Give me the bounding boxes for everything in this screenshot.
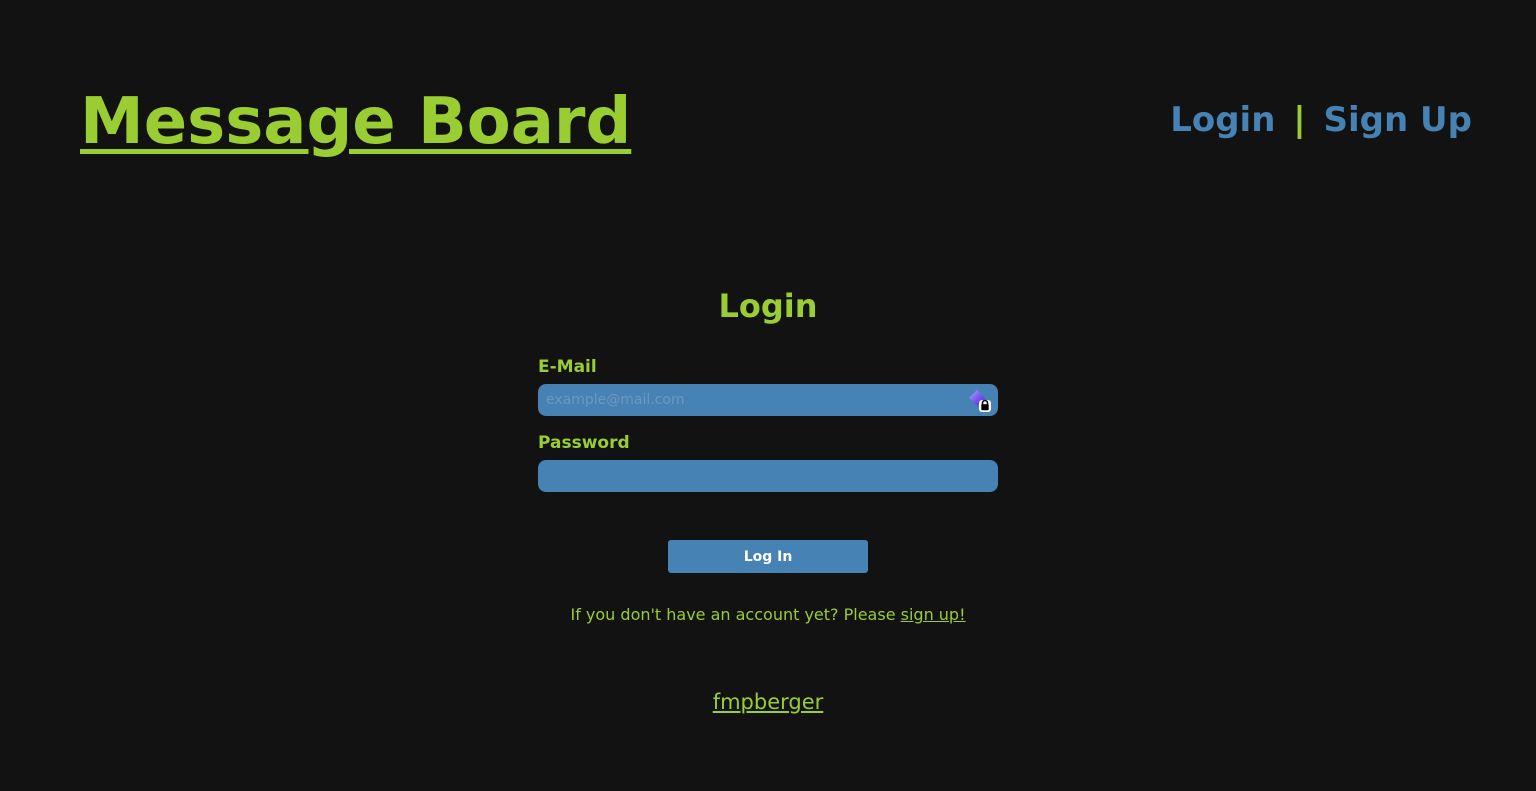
login-form-title: Login xyxy=(718,287,818,325)
password-manager-lock-icon[interactable] xyxy=(968,389,992,413)
email-input[interactable] xyxy=(538,384,998,416)
nav-separator: | xyxy=(1293,100,1306,140)
footer: fmpberger xyxy=(0,688,1536,716)
login-button[interactable]: Log In xyxy=(668,540,868,573)
signup-link[interactable]: sign up! xyxy=(901,605,966,624)
nav-login-link[interactable]: Login xyxy=(1170,100,1275,140)
signup-prompt: If you don't have an account yet? Please… xyxy=(0,604,1536,626)
signup-prompt-text: If you don't have an account yet? Please xyxy=(570,605,901,624)
password-input[interactable] xyxy=(538,460,998,492)
site-title-link[interactable]: Message Board xyxy=(80,84,631,160)
email-label: E-Mail xyxy=(538,357,597,377)
author-link[interactable]: fmpberger xyxy=(713,690,824,714)
top-nav: Login | Sign Up xyxy=(1170,100,1472,140)
nav-signup-link[interactable]: Sign Up xyxy=(1324,100,1472,140)
password-label: Password xyxy=(538,433,630,453)
